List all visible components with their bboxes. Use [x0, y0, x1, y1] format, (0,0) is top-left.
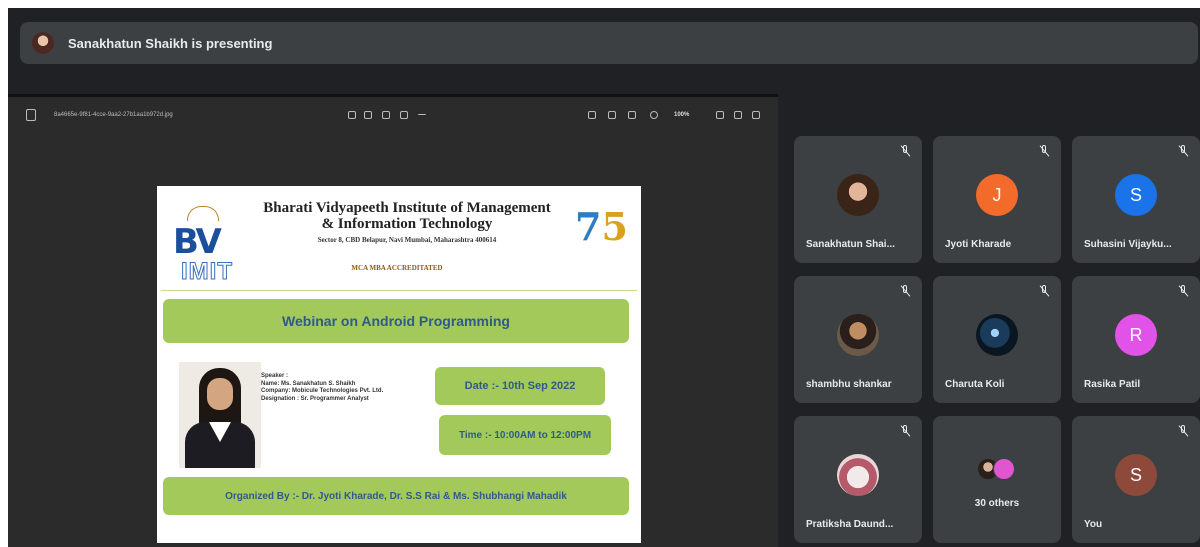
participant-photo	[837, 454, 879, 496]
mic-off-icon	[898, 424, 912, 438]
participant-name: Rasika Patil	[1084, 379, 1141, 390]
institute-address: Sector 8, CBD Belapur, Navi Mumbai, Maha…	[317, 236, 497, 244]
others-count: 30 others	[974, 498, 1020, 509]
fullscreen-icon	[588, 111, 596, 119]
minimize-icon	[716, 111, 724, 119]
viewer-file-name: 8a4665e-9f81-4cce-9aa2-27b1aa1b972d.jpg	[54, 112, 173, 118]
speaker-line: Speaker :	[261, 373, 289, 379]
delete-icon	[382, 111, 390, 119]
participant-name: Pratiksha Daund...	[806, 519, 894, 530]
zoom-fit-icon	[628, 111, 636, 119]
presenter-avatar	[32, 32, 54, 54]
participant-avatar: S	[1115, 174, 1157, 216]
presenter-label: Sanakhatun Shaikh is presenting	[68, 35, 273, 51]
participant-photo	[976, 314, 1018, 356]
participant-avatar: J	[976, 174, 1018, 216]
participant-tile[interactable]: shambhu shankar	[794, 276, 922, 403]
participant-photo	[837, 314, 879, 356]
logo-text-imit: IMIT	[181, 258, 233, 286]
favorite-icon	[400, 111, 408, 119]
maximize-icon	[734, 111, 742, 119]
participant-tile[interactable]: S Suhasini Vijayku...	[1072, 136, 1200, 263]
others-avatar	[993, 458, 1015, 480]
poster-header: BV IMIT Bharati Vidyapeeth Institute of …	[157, 186, 641, 288]
meet-window: Sanakhatun Shaikh is presenting 8a4665e-…	[8, 8, 1200, 547]
participant-tile[interactable]: Sanakhatun Shai...	[794, 136, 922, 263]
participant-tile[interactable]: R Rasika Patil	[1072, 276, 1200, 403]
webinar-time: Time :- 10:00AM to 12:00PM	[439, 415, 611, 455]
participant-name: You	[1084, 519, 1103, 530]
mic-off-icon	[1037, 144, 1051, 158]
logo-text-bv: BV	[173, 222, 222, 262]
webinar-date: Date :- 10th Sep 2022	[435, 367, 605, 405]
participant-tile[interactable]: Charuta Koli	[933, 276, 1061, 403]
webinar-poster: BV IMIT Bharati Vidyapeeth Institute of …	[157, 186, 641, 543]
shared-screen: 8a4665e-9f81-4cce-9aa2-27b1aa1b972d.jpg …	[8, 94, 778, 547]
speaker-info: Speaker : Name: Ms. Sanakhatun S. Shaikh…	[261, 373, 383, 403]
more-icon	[418, 114, 426, 116]
anniversary-logo: 75 75	[567, 198, 629, 284]
webinar-title: Webinar on Android Programming	[163, 299, 629, 343]
speaker-line: Company: Mobicule Technologies Pvt. Ltd.	[261, 388, 384, 394]
others-tile[interactable]: 30 others	[933, 416, 1061, 543]
accreditation-text: MCA MBA ACCREDITATED	[351, 264, 443, 272]
header-divider	[161, 290, 637, 291]
speaker-line: Designation : Sr. Programmer Analyst	[261, 395, 369, 402]
zoom-in-icon	[650, 111, 658, 119]
zoom-level: 100%	[674, 112, 690, 118]
speaker-line: Name: Ms. Sanakhatun S. Shaikh	[261, 380, 356, 387]
mic-off-icon	[1176, 284, 1190, 298]
speaker-photo	[179, 362, 261, 468]
logo-arc	[187, 206, 219, 221]
presenter-banner: Sanakhatun Shaikh is presenting	[20, 22, 1198, 64]
mic-off-icon	[1176, 424, 1190, 438]
participant-name: Charuta Koli	[945, 379, 1005, 390]
bvimit-logo: BV IMIT	[163, 200, 249, 286]
image-viewer-toolbar: 8a4665e-9f81-4cce-9aa2-27b1aa1b972d.jpg …	[8, 98, 778, 132]
participant-name: Suhasini Vijayku...	[1084, 239, 1172, 250]
self-tile[interactable]: S You	[1072, 416, 1200, 543]
viewer-menu-icon	[26, 109, 36, 121]
others-avatar-stack	[977, 458, 1017, 480]
participant-tile[interactable]: J Jyoti Kharade	[933, 136, 1061, 263]
close-icon	[752, 111, 760, 119]
participant-avatar: R	[1115, 314, 1157, 356]
participant-photo	[837, 174, 879, 216]
mic-off-icon	[1037, 284, 1051, 298]
mic-off-icon	[1176, 144, 1190, 158]
speaker-face	[207, 378, 233, 410]
institute-name: Bharati Vidyapeeth Institute of Manageme…	[263, 200, 551, 232]
mic-off-icon	[898, 284, 912, 298]
mic-off-icon	[898, 144, 912, 158]
organizers: Organized By :- Dr. Jyoti Kharade, Dr. S…	[163, 477, 629, 515]
zoom-out-icon	[608, 111, 616, 119]
shared-screen-top-border	[8, 94, 778, 97]
participant-name: Jyoti Kharade	[945, 239, 1012, 250]
edit-icon	[364, 111, 372, 119]
participant-name: Sanakhatun Shai...	[806, 239, 895, 250]
participant-name: shambhu shankar	[806, 379, 892, 390]
rotate-icon	[348, 111, 356, 119]
participant-tile[interactable]: Pratiksha Daund...	[794, 416, 922, 543]
participant-avatar: S	[1115, 454, 1157, 496]
